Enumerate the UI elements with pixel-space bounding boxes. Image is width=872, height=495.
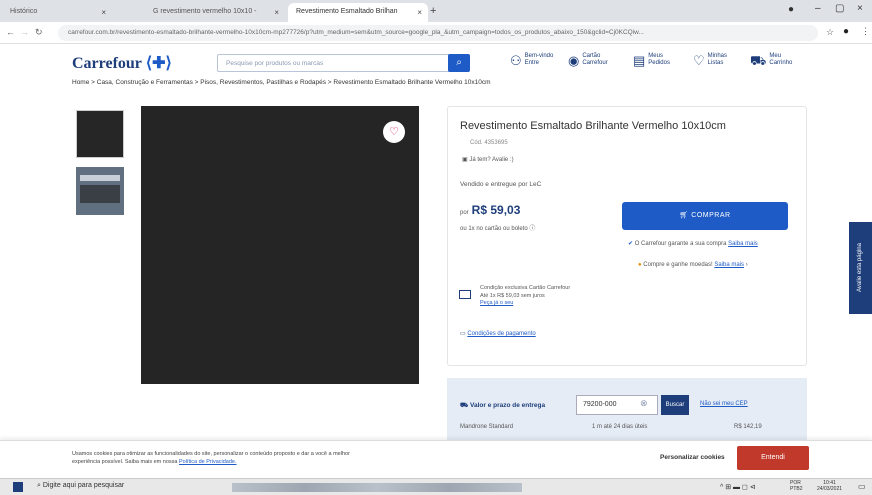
taskbar-app-icons[interactable] xyxy=(232,483,522,492)
shipping-method: Mandrone Standard xyxy=(460,424,514,430)
header-carrinho[interactable]: ⛟ Meu Carrinho xyxy=(750,53,792,67)
header-listas[interactable]: ♡ Minhas Listas xyxy=(693,53,727,67)
guarantee-link[interactable]: Saiba mais xyxy=(728,241,758,247)
shipping-cost: R$ 142,19 xyxy=(734,424,762,430)
header-cartao[interactable]: ◉ Cartão Carrefour xyxy=(568,53,608,67)
carrefour-logo[interactable]: Carrefour ⟨✚⟩ xyxy=(72,53,172,73)
shipping-label: ⛟ Valor e prazo de entrega xyxy=(460,402,546,409)
windows-taskbar: ⌕ Digite aqui para pesquisar ^ ⊞ ▬ ◻ ⊲ P… xyxy=(0,478,872,495)
seller-info: Vendido e entregue por LeC xyxy=(460,181,542,188)
close-icon[interactable]: × xyxy=(274,8,279,17)
truck-icon: ⛟ xyxy=(460,402,469,409)
personalize-cookies-button[interactable]: Personalizar cookies xyxy=(660,454,725,461)
close-icon[interactable]: × xyxy=(417,8,422,17)
orders-icon: ▤ xyxy=(633,52,646,68)
feedback-side-tab[interactable]: Avalie esta página xyxy=(849,222,872,314)
windows-start-icon[interactable] xyxy=(13,482,23,492)
cep-search-button[interactable]: Buscar xyxy=(661,395,689,415)
user-icon: ⚇ xyxy=(510,52,522,68)
system-tray-icons[interactable]: ^ ⊞ ▬ ◻ ⊲ xyxy=(720,483,756,491)
buy-button[interactable]: 🛒︎ COMPRAR xyxy=(622,202,788,230)
product-thumbnail[interactable] xyxy=(76,110,124,158)
cart-icon: 🛒︎ xyxy=(679,212,692,219)
forward-icon[interactable]: → xyxy=(20,27,29,37)
info-icon[interactable]: ⓘ xyxy=(529,226,535,232)
reload-icon[interactable]: ↻ xyxy=(35,27,43,38)
payment-conditions[interactable]: ▭ Condições de pagamento xyxy=(460,330,536,337)
cookie-text: Usamos cookies para otimizar as funciona… xyxy=(72,451,350,465)
heart-icon: ♡ xyxy=(693,52,705,68)
shipping-days: 1 m até 24 dias úteis xyxy=(592,424,648,430)
close-icon[interactable]: × xyxy=(101,8,106,17)
maximize-icon[interactable]: ▢ xyxy=(835,3,844,14)
browser-tab-google[interactable]: G revestimento vermelho 10x10 - × xyxy=(145,3,285,22)
browser-tab-bar: Histórico × G revestimento vermelho 10x1… xyxy=(0,0,872,22)
taskbar-search[interactable]: ⌕ Digite aqui para pesquisar xyxy=(37,482,124,490)
accept-cookies-button[interactable]: Entendi xyxy=(737,446,809,470)
no-cep-link[interactable]: Não sei meu CEP xyxy=(700,401,748,407)
payment-icon: ▭ xyxy=(460,331,466,337)
language-indicator[interactable]: POR PTB2 xyxy=(790,480,803,492)
search-button[interactable]: ⌕ xyxy=(448,54,470,72)
card-offer: Condição exclusiva Cartão Carrefour Até … xyxy=(480,285,571,308)
extension-icon[interactable]: ● xyxy=(843,26,849,37)
back-icon[interactable]: ← xyxy=(6,27,15,37)
favorite-heart-icon[interactable]: ♡ xyxy=(383,121,405,143)
product-thumbnail-ambient[interactable] xyxy=(76,167,124,215)
search-input[interactable]: Pesquise por produtos ou marcas xyxy=(217,54,455,72)
credit-card-icon xyxy=(459,290,471,299)
header-account[interactable]: ⚇ Bem-vindo Entre xyxy=(510,53,553,67)
product-title: Revestimento Esmaltado Brilhante Vermelh… xyxy=(460,120,726,132)
address-bar-row: ← → ↻ carrefour.com.br/revestimento-esma… xyxy=(0,22,872,44)
notification-icon[interactable]: ▭ xyxy=(858,482,866,491)
card-offer-link[interactable]: Peça já o seu xyxy=(480,300,570,308)
cashback-line: ● Compre e ganhe moedas! Saiba mais › xyxy=(638,262,748,268)
product-code: Cód. 4353695 xyxy=(470,140,508,146)
carrefour-logo-mark-icon: ⟨✚⟩ xyxy=(145,55,172,72)
privacy-policy-link[interactable]: Política de Privacidade. xyxy=(179,459,236,465)
profile-icon[interactable]: ● xyxy=(788,4,794,15)
guarantee-icon: ✔ xyxy=(628,241,634,247)
guarantee-line: ✔ O Carrefour garante a sua compra Saiba… xyxy=(628,241,758,247)
url-field[interactable]: carrefour.com.br/revestimento-esmaltado-… xyxy=(58,25,818,41)
breadcrumb[interactable]: Home > Casa, Construção e Ferramentas > … xyxy=(72,79,491,86)
star-icon[interactable]: ☆ xyxy=(826,27,834,38)
header-pedidos[interactable]: ▤ Meus Pedidos xyxy=(633,53,670,67)
cashback-link[interactable]: Saiba mais xyxy=(714,262,744,268)
clear-icon[interactable]: ⊗ xyxy=(640,398,648,409)
new-tab-button[interactable]: + xyxy=(430,5,436,17)
menu-icon[interactable]: ⋮ xyxy=(861,26,870,37)
coin-icon: ● xyxy=(638,262,642,268)
cart-icon: ⛟ xyxy=(750,52,767,68)
clock[interactable]: 10:41 24/03/2021 xyxy=(817,480,842,492)
review-link[interactable]: ▣ Já tem? Avalie :) xyxy=(462,156,514,163)
card-globe-icon: ◉ xyxy=(568,52,580,68)
browser-tab-active[interactable]: Revestimento Esmaltado Brilhan × xyxy=(288,3,428,22)
window-close-icon[interactable]: × xyxy=(857,3,863,14)
browser-tab-history[interactable]: Histórico × xyxy=(2,3,112,22)
search-icon: ⌕ xyxy=(456,57,462,68)
product-price: por R$ 59,03 xyxy=(460,203,521,217)
product-main-image[interactable] xyxy=(141,106,419,384)
site-header: Carrefour ⟨✚⟩ Pesquise por produtos ou ma… xyxy=(0,44,872,82)
minimize-icon[interactable]: – xyxy=(815,3,821,14)
installments-info: ou 1x no cartão ou boleto ⓘ xyxy=(460,226,536,232)
